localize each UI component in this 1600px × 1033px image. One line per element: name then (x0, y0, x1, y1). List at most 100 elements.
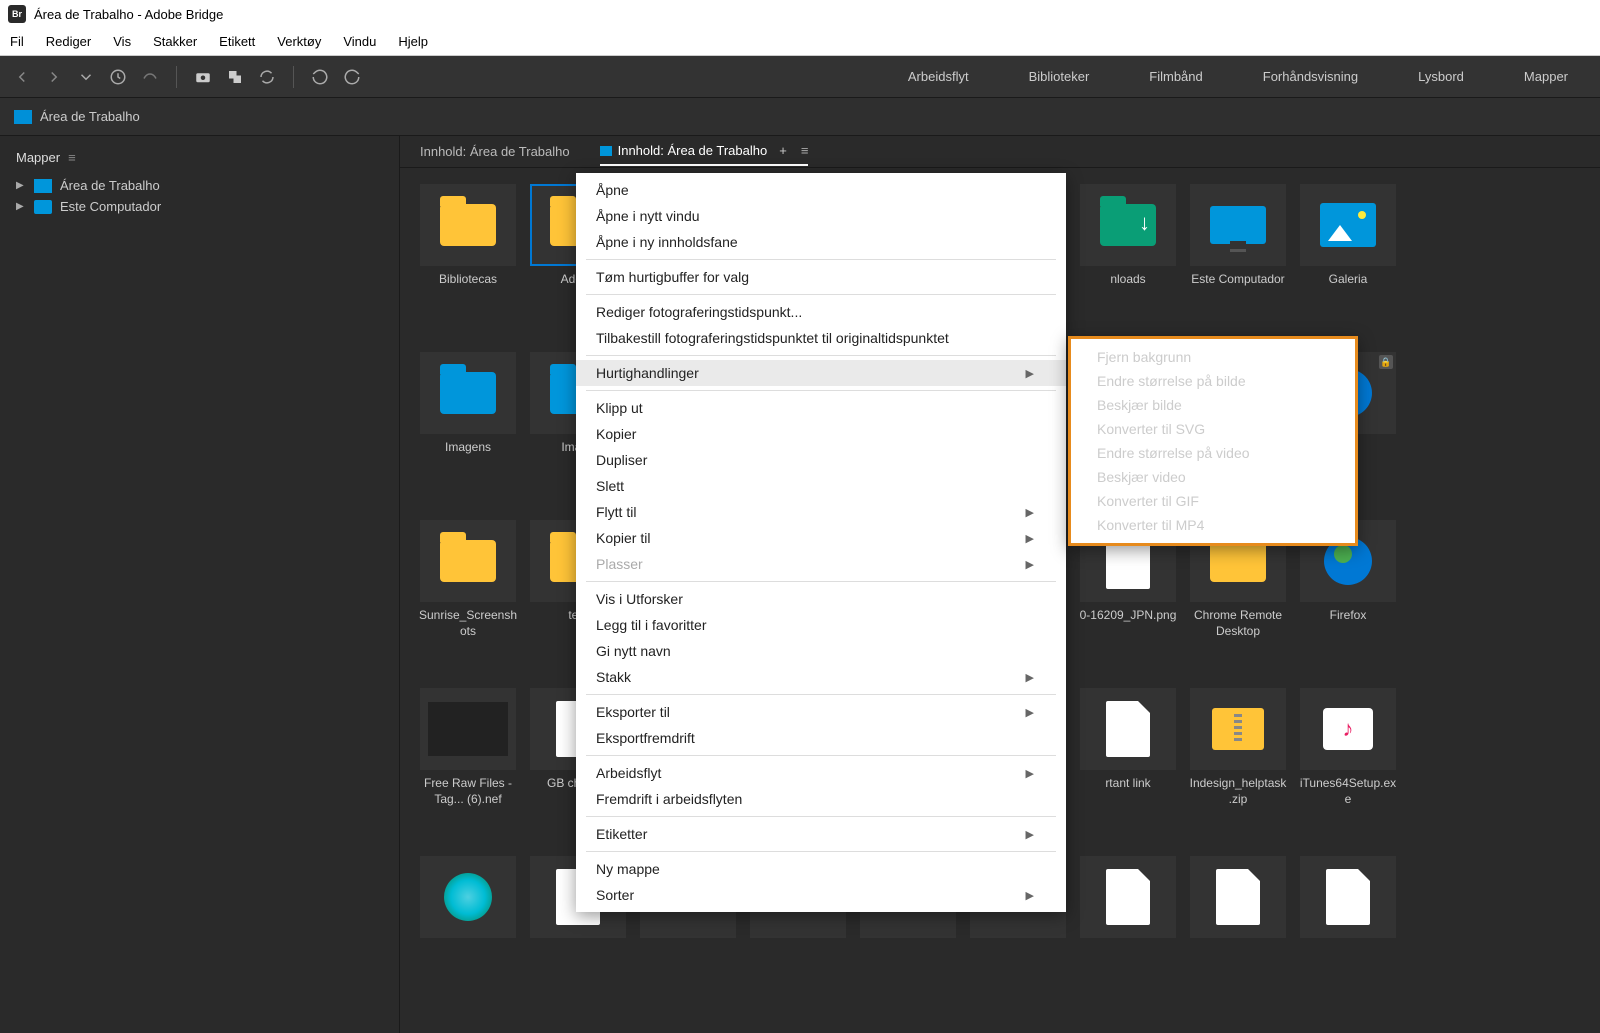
tab-menu-icon[interactable]: ≡ (801, 143, 809, 158)
tab-content-right[interactable]: Innhold: Área de Trabalho + ≡ (600, 137, 809, 166)
menu-hjelp[interactable]: Hjelp (398, 34, 428, 49)
path-segment[interactable]: Área de Trabalho (40, 109, 140, 124)
ctx-item[interactable]: Fremdrift i arbeidsflyten (576, 786, 1066, 812)
monitor-icon (1210, 206, 1266, 244)
submenu-item[interactable]: Endre størrelse på bilde (1071, 369, 1355, 393)
ctx-item[interactable]: Sorter▶ (576, 882, 1066, 908)
refresh-icon[interactable] (257, 67, 277, 87)
ctx-item[interactable]: Åpne (576, 177, 1066, 203)
workspace-arbeidsflyt[interactable]: Arbeidsflyt (908, 69, 969, 84)
ctx-item[interactable]: Flytt til▶ (576, 499, 1066, 525)
submenu-item[interactable]: Beskjær video (1071, 465, 1355, 489)
ctx-item[interactable]: Hurtighandlinger▶ (576, 360, 1066, 386)
ctx-item[interactable]: Kopier til▶ (576, 525, 1066, 551)
ctx-item[interactable]: Eksportfremdrift (576, 725, 1066, 751)
thumbnail[interactable] (1300, 688, 1396, 770)
thumbnail[interactable] (420, 856, 516, 938)
thumbnail[interactable] (1190, 856, 1286, 938)
grid-item[interactable]: iTunes64Setup.exe (1296, 688, 1400, 848)
nav-back-icon[interactable] (12, 67, 32, 87)
workspace-mapper[interactable]: Mapper (1524, 69, 1568, 84)
ctx-item[interactable]: Kopier (576, 421, 1066, 447)
tab-content-left[interactable]: Innhold: Área de Trabalho (420, 138, 570, 165)
rotate-ccw-icon[interactable] (310, 67, 330, 87)
chevron-down-icon[interactable] (76, 67, 96, 87)
workspace-biblioteker[interactable]: Biblioteker (1029, 69, 1090, 84)
menu-etikett[interactable]: Etikett (219, 34, 255, 49)
workspace-switcher: Arbeidsflyt Biblioteker Filmbånd Forhåndsvi… (908, 69, 1588, 84)
ctx-item[interactable]: Dupliser (576, 447, 1066, 473)
workspace-forhåndsvisning[interactable]: Forhåndsvisning (1263, 69, 1358, 84)
ctx-item[interactable]: Etiketter▶ (576, 821, 1066, 847)
camera-icon[interactable] (193, 67, 213, 87)
ctx-item[interactable]: Ny mappe (576, 856, 1066, 882)
folder-icon (34, 179, 52, 193)
thumbnail[interactable] (1190, 688, 1286, 770)
window-title: Área de Trabalho - Adobe Bridge (34, 7, 223, 22)
menu-vis[interactable]: Vis (113, 34, 131, 49)
batch-icon[interactable] (225, 67, 245, 87)
ctx-label: Fremdrift i arbeidsflyten (596, 791, 742, 807)
grid-item[interactable]: nloads (1076, 184, 1180, 344)
grid-item[interactable] (1186, 856, 1290, 1016)
thumbnail[interactable] (1300, 856, 1396, 938)
menu-stakker[interactable]: Stakker (153, 34, 197, 49)
grid-item[interactable] (416, 856, 520, 1016)
expand-arrow-icon[interactable]: ▶ (16, 180, 26, 191)
thumbnail[interactable] (420, 352, 516, 434)
menu-rediger[interactable]: Rediger (46, 34, 92, 49)
thumbnail[interactable] (1190, 184, 1286, 266)
grid-item[interactable]: Sunrise_Screenshots (416, 520, 520, 680)
add-tab-icon[interactable]: + (779, 143, 787, 158)
expand-arrow-icon[interactable]: ▶ (16, 201, 26, 212)
ctx-item[interactable]: Eksporter til▶ (576, 699, 1066, 725)
panel-menu-icon[interactable]: ≡ (68, 150, 76, 165)
ctx-item[interactable]: Arbeidsflyt▶ (576, 760, 1066, 786)
menu-verktøy[interactable]: Verktøy (277, 34, 321, 49)
submenu-item[interactable]: Konverter til SVG (1071, 417, 1355, 441)
grid-item[interactable]: Imagens (416, 352, 520, 512)
tree-item[interactable]: ▶Área de Trabalho (12, 175, 387, 196)
grid-item[interactable] (1076, 856, 1180, 1016)
rotate-cw-icon[interactable] (342, 67, 362, 87)
thumbnail[interactable] (420, 688, 516, 770)
ctx-item[interactable]: Vis i Utforsker (576, 586, 1066, 612)
menu-vindu[interactable]: Vindu (343, 34, 376, 49)
nav-forward-icon[interactable] (44, 67, 64, 87)
thumbnail[interactable] (420, 520, 516, 602)
thumbnail[interactable] (420, 184, 516, 266)
grid-item[interactable] (1296, 856, 1400, 1016)
separator (586, 355, 1056, 356)
ctx-item[interactable]: Stakk▶ (576, 664, 1066, 690)
thumbnail[interactable] (1300, 184, 1396, 266)
boomerang-icon[interactable] (140, 67, 160, 87)
ctx-item[interactable]: Tøm hurtigbuffer for valg (576, 264, 1066, 290)
thumbnail[interactable] (1080, 856, 1176, 938)
ctx-item[interactable]: Legg til i favoritter (576, 612, 1066, 638)
grid-item[interactable]: rtant link (1076, 688, 1180, 848)
thumbnail[interactable] (1080, 688, 1176, 770)
menu-fil[interactable]: Fil (10, 34, 24, 49)
submenu-item[interactable]: Konverter til MP4 (1071, 513, 1355, 537)
thumbnail[interactable] (1080, 184, 1176, 266)
grid-item[interactable]: Galeria (1296, 184, 1400, 344)
workspace-lysbord[interactable]: Lysbord (1418, 69, 1464, 84)
grid-item[interactable]: Indesign_helptask.zip (1186, 688, 1290, 848)
ctx-item[interactable]: Rediger fotograferingstidspunkt... (576, 299, 1066, 325)
tree-item[interactable]: ▶Este Computador (12, 196, 387, 217)
submenu-item[interactable]: Endre størrelse på video (1071, 441, 1355, 465)
ctx-item[interactable]: Slett (576, 473, 1066, 499)
ctx-item[interactable]: Gi nytt navn (576, 638, 1066, 664)
history-icon[interactable] (108, 67, 128, 87)
ctx-item[interactable]: Klipp ut (576, 395, 1066, 421)
ctx-item[interactable]: Åpne i nytt vindu (576, 203, 1066, 229)
submenu-item[interactable]: Konverter til GIF (1071, 489, 1355, 513)
ctx-item[interactable]: Tilbakestill fotograferingstidspunktet t… (576, 325, 1066, 351)
grid-item[interactable]: Este Computador (1186, 184, 1290, 344)
ctx-item[interactable]: Åpne i ny innholdsfane (576, 229, 1066, 255)
submenu-item[interactable]: Beskjær bilde (1071, 393, 1355, 417)
submenu-item[interactable]: Fjern bakgrunn (1071, 345, 1355, 369)
grid-item[interactable]: Free Raw Files - Tag... (6).nef (416, 688, 520, 848)
workspace-filmbånd[interactable]: Filmbånd (1149, 69, 1202, 84)
grid-item[interactable]: Bibliotecas (416, 184, 520, 344)
